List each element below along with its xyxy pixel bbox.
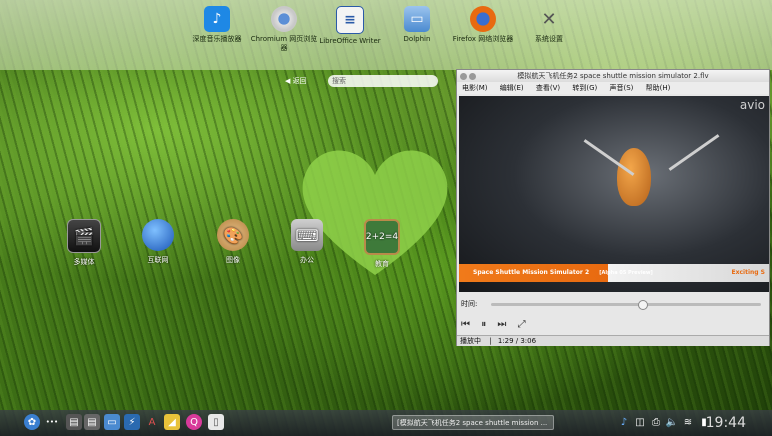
office-icon: ⌨ [291,219,323,251]
category-internet[interactable]: 互联网 [132,219,184,265]
graphics-icon: 🎨 [217,219,249,251]
status-time: 1:29 / 3:06 [497,337,537,345]
desktop-pager-icon[interactable]: ▤ [66,414,82,430]
menu-sound[interactable]: 声音(S) [610,84,634,92]
storage-icon[interactable]: ▯ [208,414,224,430]
dock-item-dolphin[interactable]: ▭ Dolphin [382,6,452,44]
chat-app-icon[interactable]: Q [186,414,202,430]
dock-item-system-settings[interactable]: ✕ 系统设置 [514,6,584,44]
category-label: 互联网 [147,256,169,264]
text-editor-icon[interactable]: A [144,414,160,430]
category-label: 多媒体 [73,258,95,266]
video-banner: Space Shuttle Mission Simulator 2 [Alpha… [459,264,769,282]
back-button[interactable]: ◀ 返回 [285,76,307,86]
dolphin-icon: ▭ [404,6,430,32]
dock-item-libreoffice-writer[interactable]: ≡ LibreOffice Writer [315,6,385,46]
volume-icon[interactable]: 🔈 [664,414,680,430]
menu-help[interactable]: 帮助(H) [646,84,671,92]
launcher-search-input[interactable]: 搜索 [328,75,438,87]
libreoffice-writer-icon: ≡ [336,6,364,34]
banner-right-text: Exciting S [731,269,765,276]
desktop-pager-2-icon[interactable]: ▤ [84,414,100,430]
chromium-icon [271,6,297,32]
category-education[interactable]: 2+2=4 教育 [356,219,408,269]
activities-icon[interactable]: ••• [44,414,60,430]
category-label: 教育 [375,260,389,268]
taskbar: ✿ ••• ▤ ▤ ▭ ⚡ A ◢ Q ▯ [模拟航天飞机任务2 space s… [0,410,772,436]
audio-icon[interactable]: ♪ [616,414,632,430]
education-icon: 2+2=4 [364,219,400,255]
status-state: 播放中 [460,337,481,345]
system-tray-icon[interactable]: ◫ [632,414,648,430]
network-app-icon[interactable]: ⚡ [124,414,140,430]
menu-bar: 电影(M) 编辑(E) 查看(V) 转到(G) 声音(S) 帮助(H) [457,82,769,94]
dock-item-label: 深度音乐播放器 [192,35,242,43]
fullscreen-icon[interactable]: ⤢ [518,319,526,330]
wifi-icon[interactable]: ≋ [680,414,696,430]
dock-item-label: Chromium 网页浏览器 [250,35,318,52]
category-office[interactable]: ⌨ 办公 [281,219,333,265]
video-area[interactable]: avio Space Shuttle Mission Simulator 2 [… [459,96,769,292]
back-label: 返回 [292,77,307,85]
close-icon[interactable] [460,73,467,80]
next-icon[interactable]: ⏭ [497,319,506,330]
previous-icon[interactable]: ⏮ [461,319,470,330]
window-title: 模拟航天飞机任务2 space shuttle mission simulato… [517,72,709,80]
category-label: 图像 [226,256,240,264]
pause-icon[interactable]: ⏸ [481,319,486,330]
seek-slider[interactable] [491,300,761,310]
multimedia-icon: 🎬 [67,219,101,253]
settings-icon: ✕ [541,8,557,30]
internet-icon [142,219,174,251]
music-player-icon: ♪ [204,6,230,32]
menu-go[interactable]: 转到(G) [572,84,597,92]
menu-edit[interactable]: 编辑(E) [500,84,524,92]
file-manager-icon[interactable]: ▭ [104,414,120,430]
clock[interactable]: 19:44 [706,415,746,431]
video-arm-right [668,134,720,171]
minimize-icon[interactable] [469,73,476,80]
seek-slider-handle[interactable] [638,300,649,310]
video-spacecraft [617,148,651,206]
time-label: 时间: [461,300,478,308]
window-titlebar[interactable]: 模拟航天飞机任务2 space shuttle mission simulato… [457,70,769,82]
notes-icon[interactable]: ◢ [164,414,180,430]
category-multimedia[interactable]: 🎬 多媒体 [58,219,110,267]
top-dock: ♪ 深度音乐播放器 Chromium 网页浏览器 ≡ LibreOffice W… [0,0,772,70]
dock-item-label: 系统设置 [535,35,563,43]
dock-item-label: LibreOffice Writer [319,37,381,45]
dock-item-chromium[interactable]: Chromium 网页浏览器 [249,6,319,53]
taskbar-task-media-player[interactable]: [模拟航天飞机任务2 space shuttle mission ... [392,415,554,430]
menu-movie[interactable]: 电影(M) [462,84,488,92]
back-arrow-icon: ◀ [285,77,293,85]
window-controls [460,72,478,84]
printer-icon[interactable]: ⎙ [648,414,664,430]
dock-item-label: Firefox 网络浏览器 [452,35,514,43]
dock-item-music-player[interactable]: ♪ 深度音乐播放器 [182,6,252,44]
status-bar: 播放中 | 1:29 / 3:06 [457,335,769,346]
banner-tag: [Alpha 05 Preview] [599,270,653,276]
category-label: 办公 [300,256,314,264]
kde-launcher-icon[interactable]: ✿ [24,414,40,430]
category-graphics[interactable]: 🎨 图像 [207,219,259,265]
firefox-icon [470,6,496,32]
media-player-window[interactable]: 模拟航天飞机任务2 space shuttle mission simulato… [456,69,770,346]
video-corner-logo: avio [739,98,765,112]
dock-item-firefox[interactable]: Firefox 网络浏览器 [448,6,518,44]
banner-title: Space Shuttle Mission Simulator 2 [473,269,590,276]
playback-controls: ⏮ ⏸ ⏭ ⤢ [461,319,534,330]
dock-item-label: Dolphin [403,35,431,43]
menu-view[interactable]: 查看(V) [536,84,560,92]
